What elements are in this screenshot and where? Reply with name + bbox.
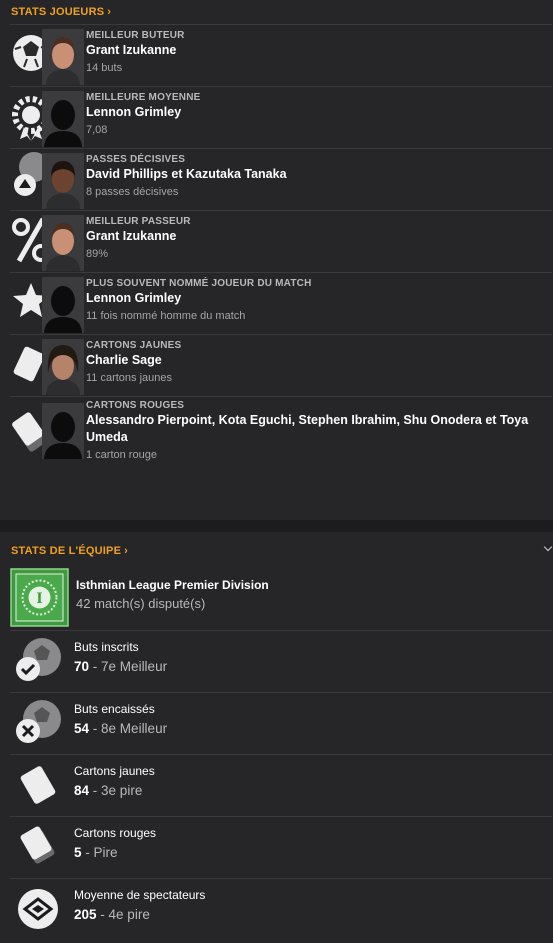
stat-rank: - 8e Meilleur — [92, 721, 168, 736]
stat-value: 1 carton rouge — [86, 449, 157, 461]
stat-rank: - 4e pire — [100, 907, 150, 922]
stat-label: CARTONS JAUNES — [86, 340, 182, 351]
stat-value: 11 cartons jaunes — [86, 372, 173, 384]
stat-rank: - 7e Meilleur — [92, 659, 168, 674]
player-name[interactable]: Lennon Grimley — [86, 104, 201, 121]
red-card-icon — [10, 817, 70, 877]
player-stat-row-red-cards[interactable]: CARTONS ROUGES Alessandro Pierpoint, Kot… — [10, 396, 552, 472]
player-avatar — [42, 339, 84, 395]
stat-value: 84 — [74, 783, 90, 798]
stat-label: PASSES DÉCISIVES — [86, 154, 186, 165]
player-avatar — [42, 29, 84, 85]
stat-label: Cartons rouges — [74, 826, 157, 840]
stat-value: 8 passes décisives — [86, 186, 179, 198]
player-stat-row-assists[interactable]: PASSES DÉCISIVES David Phillips et Kazut… — [10, 148, 552, 210]
goals-conceded-icon — [10, 693, 70, 753]
player-name[interactable]: Alessandro Pierpoint, Kota Eguchi, Steph… — [86, 412, 552, 446]
stat-value: 89% — [86, 248, 109, 260]
team-stat-row-yellow-cards: Cartons jaunes 84 - 3e pire — [10, 754, 552, 816]
team-stats-title[interactable]: STATS DE L'ÉQUIPE — [11, 545, 121, 557]
stat-label: MEILLEURE MOYENNE — [86, 92, 201, 103]
stat-label: Buts encaissés — [74, 702, 155, 716]
chevron-right-icon[interactable]: › — [107, 6, 111, 18]
team-stats-header[interactable]: STATS DE L'ÉQUIPE › — [0, 532, 553, 568]
player-stat-row-yellow-cards[interactable]: CARTONS JAUNES Charlie Sage 11 cartons j… — [10, 334, 552, 396]
stat-value: 14 buts — [86, 62, 123, 74]
stat-rank: - 3e pire — [92, 783, 143, 798]
player-name[interactable]: Lennon Grimley — [86, 290, 312, 307]
stat-rank: - Pire — [85, 845, 118, 860]
player-name[interactable]: Grant Izukanne — [86, 42, 185, 59]
team-stat-row-attendance: Moyenne de spectateurs 205 - 4e pire — [10, 878, 552, 940]
player-stats-panel: STATS JOUEURS › MEILLEUR BUTEUR Grant Izu… — [0, 0, 553, 520]
player-silhouette — [42, 91, 84, 147]
player-stat-row-best-passer[interactable]: MEILLEUR PASSEUR Grant Izukanne 89% — [10, 210, 552, 272]
player-name[interactable]: Grant Izukanne — [86, 228, 191, 245]
player-name[interactable]: David Phillips et Kazutaka Tanaka — [86, 166, 287, 183]
player-stat-row-man-of-match[interactable]: PLUS SOUVENT NOMMÉ JOUEUR DU MATCH Lenno… — [10, 272, 552, 334]
matches-played: 42 match(s) disputé(s) — [76, 596, 206, 611]
team-stats-panel: STATS DE L'ÉQUIPE › I Isthmian League Pre… — [0, 532, 553, 943]
player-stats-header[interactable]: STATS JOUEURS › — [0, 0, 553, 24]
stat-label: PLUS SOUVENT NOMMÉ JOUEUR DU MATCH — [86, 278, 312, 289]
stat-label: MEILLEUR BUTEUR — [86, 30, 185, 41]
player-name[interactable]: Charlie Sage — [86, 352, 181, 369]
svg-text:I: I — [36, 590, 42, 607]
player-silhouette — [42, 277, 84, 333]
stat-value: 205 — [74, 907, 97, 922]
player-stat-row-top-scorer[interactable]: MEILLEUR BUTEUR Grant Izukanne 14 buts — [10, 24, 552, 86]
league-badge-icon: I — [10, 568, 70, 628]
player-stats-title[interactable]: STATS JOUEURS — [11, 6, 104, 18]
team-stat-row-goals-scored: Buts inscrits 70 - 7e Meilleur — [10, 630, 552, 692]
stat-value: 70 — [74, 659, 90, 674]
chevron-right-icon[interactable]: › — [124, 545, 128, 557]
stat-label: MEILLEUR PASSEUR — [86, 216, 191, 227]
stat-label: Moyenne de spectateurs — [74, 888, 206, 902]
player-stat-row-best-rating[interactable]: MEILLEURE MOYENNE Lennon Grimley 7,08 — [10, 86, 552, 148]
stat-label: CARTONS ROUGES — [86, 400, 185, 411]
player-avatar — [42, 215, 84, 271]
league-name[interactable]: Isthmian League Premier Division — [76, 576, 269, 594]
stadium-icon — [10, 879, 70, 939]
stat-value: 5 — [74, 845, 82, 860]
team-stat-row-goals-conceded: Buts encaissés 54 - 8e Meilleur — [10, 692, 552, 754]
yellow-card-icon — [10, 755, 70, 815]
team-stat-row-red-cards: Cartons rouges 5 - Pire — [10, 816, 552, 878]
player-avatar — [42, 153, 84, 209]
stat-value: 11 fois nommé homme du match — [86, 310, 246, 322]
stat-label: Buts inscrits — [74, 640, 139, 654]
stat-value: 54 — [74, 721, 90, 736]
stat-label: Cartons jaunes — [74, 764, 155, 778]
player-silhouette — [42, 403, 84, 459]
stat-value: 7,08 — [86, 124, 108, 136]
goals-scored-icon — [10, 631, 70, 691]
league-row[interactable]: I Isthmian League Premier Division 42 ma… — [10, 568, 552, 630]
